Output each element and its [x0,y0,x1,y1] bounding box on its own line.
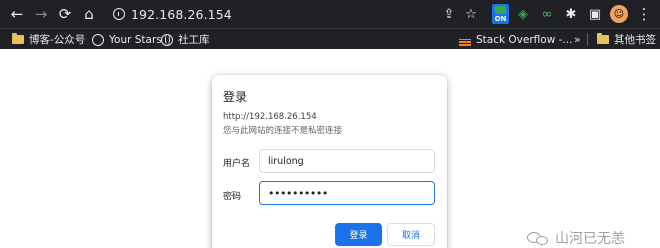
bookmark-star-icon[interactable]: ☆ [462,5,480,23]
dialog-warning: 您与此网站的连接不是私密连接 [223,126,343,136]
browser-window: ← → ⟳ ⌂ 192.168.26.154 ⇪ ☆ ON ◈ ∞ ✱ ▣ ☺ … [0,0,660,248]
stack-overflow-icon [459,34,471,46]
side-panel-icon[interactable]: ▣ [586,5,604,23]
wechat-icon [527,230,551,246]
globe-icon [161,33,173,46]
wechat-watermark: 山河已无恙 [527,229,625,247]
back-arrow-icon[interactable]: ← [6,3,28,25]
bookmark-label: Your Stars [109,33,162,46]
chevron-double-right-icon: » [574,33,581,46]
bookmark-folder-blog[interactable]: 博客-公众号 [12,32,85,47]
dialog-url: http://192.168.26.154 [223,112,317,122]
bookmarks-divider [587,33,588,46]
login-button[interactable]: 登录 [335,223,382,246]
username-label: 用户名 [223,159,251,169]
address-url[interactable]: 192.168.26.154 [131,7,232,22]
bookmark-social-library[interactable]: 社工库 [161,32,210,47]
profile-avatar[interactable]: ☺ [610,5,628,23]
menu-dots-icon[interactable]: ⋮ [636,4,652,24]
extensions-puzzle-icon[interactable]: ✱ [562,5,580,23]
extension-diamond-icon[interactable]: ◈ [514,5,532,23]
bookmark-label: 社工库 [178,34,210,46]
reload-icon[interactable]: ⟳ [54,3,76,25]
cancel-button[interactable]: 取消 [387,223,435,246]
password-label: 密码 [223,192,242,202]
dialog-title: 登录 [223,90,248,104]
browser-toolbar: ← → ⟳ ⌂ 192.168.26.154 ⇪ ☆ ON ◈ ∞ ✱ ▣ ☺ … [0,0,660,28]
folder-icon [12,33,24,44]
share-icon[interactable]: ⇪ [440,5,458,23]
home-icon[interactable]: ⌂ [78,3,100,25]
address-bar[interactable]: 192.168.26.154 [104,3,484,25]
bookmarks-bar: 博客-公众号 Your Stars 社工库 Stack Overflow -..… [0,28,660,49]
bookmark-label: 其他书签 [614,34,656,46]
folder-icon [597,33,609,44]
extension-on-icon[interactable]: ON [492,4,509,24]
bookmark-label: Stack Overflow -... [476,33,573,46]
password-field[interactable] [259,181,435,205]
extension-link-icon[interactable]: ∞ [538,5,556,23]
extension-on-label: ON [494,15,507,23]
login-dialog: 登录 http://192.168.26.154 您与此网站的连接不是私密连接 … [212,75,447,248]
username-field[interactable] [259,149,435,173]
bookmark-your-stars[interactable]: Your Stars [92,32,162,47]
watermark-text: 山河已无恙 [555,231,625,247]
bookmark-label: 博客-公众号 [29,34,86,46]
bookmark-stack-overflow[interactable]: Stack Overflow -... [459,32,572,47]
github-icon [92,33,104,46]
bookmark-folder-other[interactable]: 其他书签 [597,32,656,47]
bookmarks-more-button[interactable]: » [574,32,581,47]
site-info-icon[interactable] [113,8,125,20]
page-content: 登录 http://192.168.26.154 您与此网站的连接不是私密连接 … [0,49,660,248]
forward-arrow-icon[interactable]: → [30,3,52,25]
